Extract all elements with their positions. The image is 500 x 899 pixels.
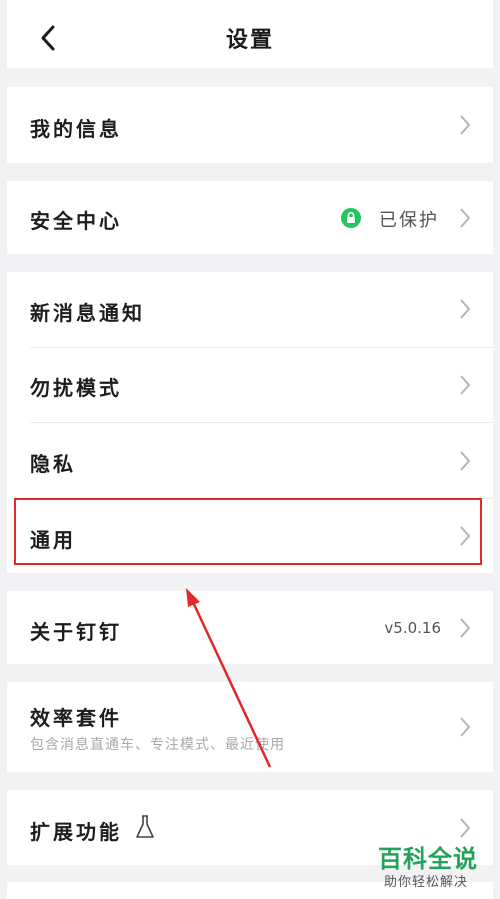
watermark-sub: 助你轻松解决 [384, 875, 469, 890]
annotation-arrow [186, 588, 272, 768]
watermark-logo: 百科全说 助你轻松解决 [378, 839, 490, 891]
watermark-main: 百科全说 [378, 845, 478, 873]
